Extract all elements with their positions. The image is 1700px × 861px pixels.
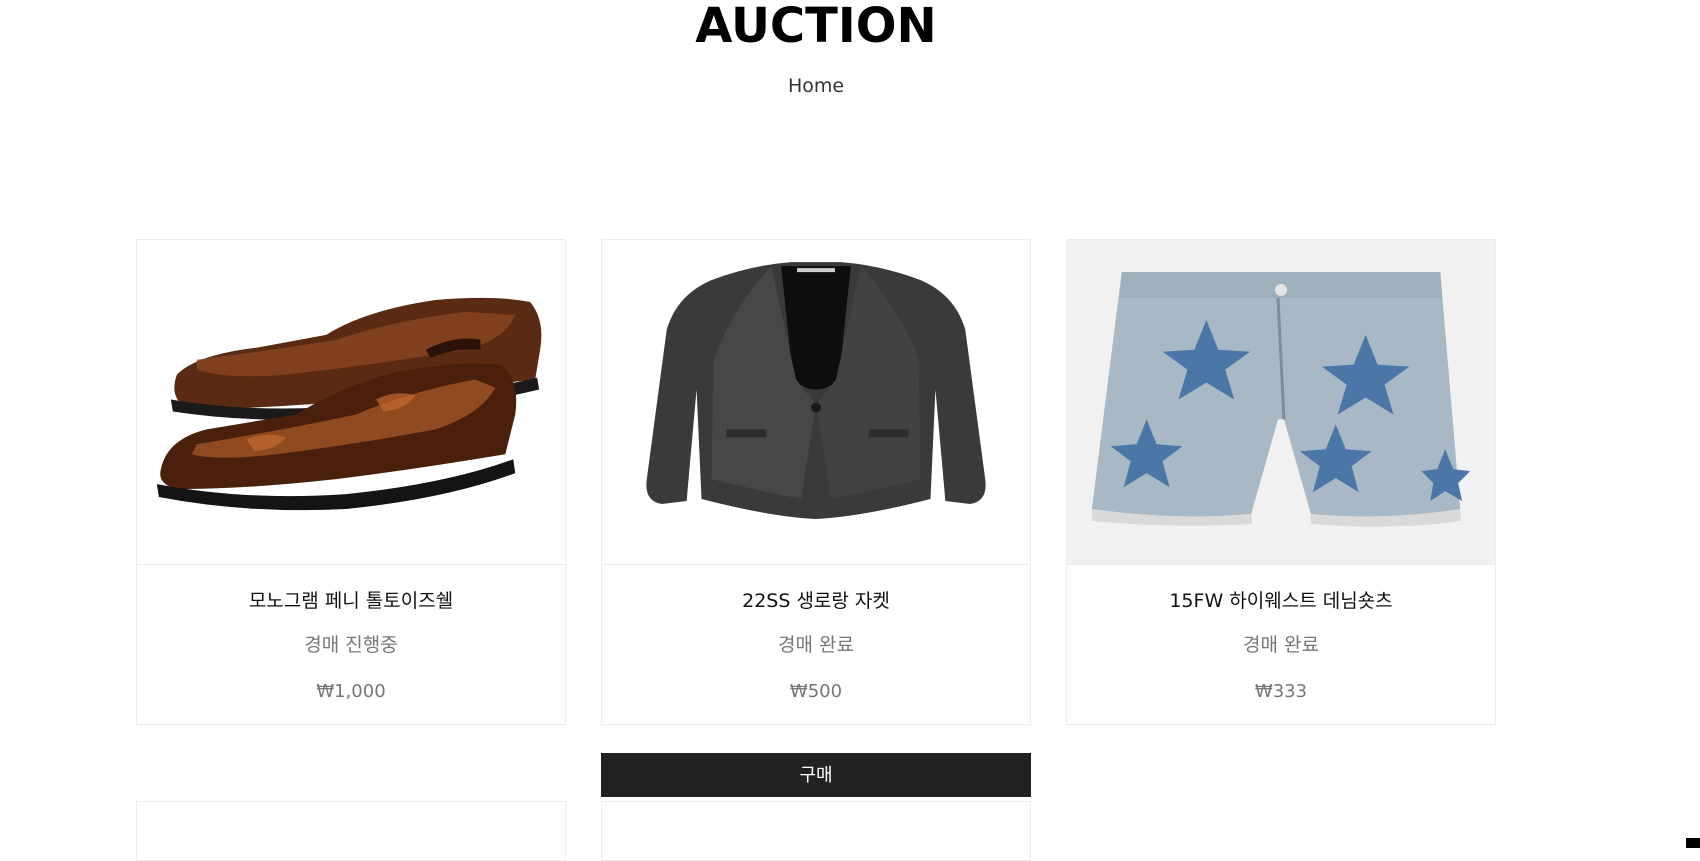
page-title: AUCTION [695, 0, 937, 54]
product-name[interactable]: 15FW 하이웨스트 데님숏츠 [1067, 588, 1495, 614]
auction-status: 경매 완료 [1243, 634, 1319, 656]
product-name[interactable]: 모노그램 페니 톨토이즈쉘 [137, 588, 565, 614]
product-card[interactable]: 15FW 하이웨스트 데님숏츠 경매 완료 ₩333 [1066, 239, 1496, 725]
product-price: ₩333 [1254, 681, 1308, 702]
product-card[interactable]: 모노그램 페니 톨토이즈쉘 경매 진행중 ₩1,000 [136, 239, 566, 725]
product-card[interactable] [601, 801, 1031, 861]
product-card[interactable]: 22SS 생로랑 자켓 경매 완료 ₩500 [601, 239, 1031, 725]
denim-shorts-image[interactable] [1067, 240, 1495, 565]
buy-button[interactable]: 구매 [601, 753, 1031, 797]
auction-status: 경매 진행중 [304, 634, 398, 656]
product-card[interactable] [136, 801, 566, 861]
auction-status: 경매 완료 [778, 634, 854, 656]
jacket-image[interactable] [602, 240, 1030, 565]
loafer-shoes-image[interactable] [137, 240, 565, 565]
scroll-indicator [1686, 838, 1700, 848]
product-price: ₩1,000 [316, 681, 386, 702]
product-price: ₩500 [789, 681, 843, 702]
product-name[interactable]: 22SS 생로랑 자켓 [602, 588, 1030, 614]
breadcrumb-home[interactable]: Home [0, 72, 1632, 100]
